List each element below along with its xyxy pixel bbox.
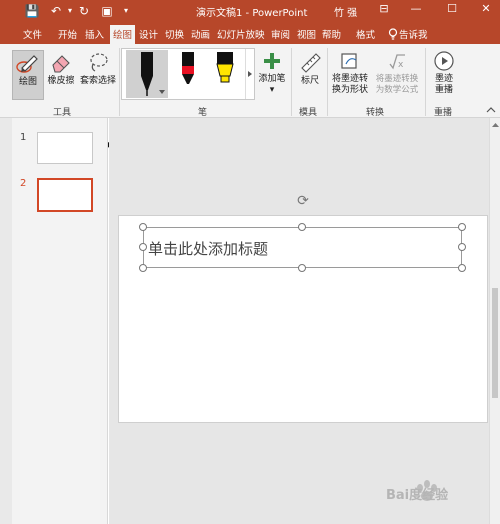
tab-transitions[interactable]: 切换 [165, 27, 184, 41]
group-label-replay: 重播 [434, 108, 453, 118]
add-pen-dropdown-icon: ▾ [269, 85, 275, 95]
svg-text:x: x [398, 60, 404, 70]
eraser-button[interactable]: 橡皮擦 [44, 50, 78, 87]
baidu-watermark: Bai度经验 [386, 476, 478, 506]
pen-black-selected[interactable] [126, 50, 168, 98]
black-pen-icon [141, 52, 165, 96]
title-bar: 💾 ↶ ▾ ↻ ▣ ▾ 演示文稿1 - PowerPoint 竹 强 ⊟ — ☐… [0, 0, 500, 22]
plus-icon [264, 53, 280, 69]
pen-red[interactable] [174, 50, 202, 98]
watermark-text: Bai度经验 [386, 488, 449, 503]
tab-slideshow[interactable]: 幻灯片放映 [217, 27, 265, 41]
slide-number: 1 [20, 132, 27, 143]
slide-thumbnail-1[interactable] [37, 132, 93, 164]
resize-handle[interactable] [298, 264, 306, 272]
tab-file[interactable]: 文件 [23, 27, 42, 41]
lasso-select-button[interactable]: 套索选择 [78, 50, 118, 87]
ink-to-shape-icon [341, 53, 357, 69]
add-pen-label: 添加笔 [258, 74, 286, 84]
rotate-handle-icon[interactable]: ⟳ [294, 192, 312, 210]
resize-handle[interactable] [458, 243, 466, 251]
resize-handle[interactable] [139, 223, 147, 231]
red-pen-icon [182, 52, 194, 84]
window-title: 演示文稿1 - PowerPoint [196, 8, 308, 19]
ruler-button[interactable]: 标尺 [296, 50, 324, 87]
group-label-stencils: 模具 [299, 108, 318, 118]
present-icon[interactable]: ▣ [99, 3, 115, 19]
slide-thumbnail-2[interactable] [37, 178, 93, 212]
yellow-highlighter-icon [216, 52, 234, 83]
ribbon-draw: 绘图 橡皮擦 套索选择 工具 添加笔 ▾ 笔 标尺 模具 将墨迹转换为形状 x … [0, 44, 500, 148]
save-icon[interactable]: 💾 [24, 3, 40, 19]
ink-to-math-icon: x [389, 54, 405, 70]
close-button[interactable]: ✕ [474, 0, 498, 18]
group-label-tools: 工具 [53, 108, 72, 118]
draw-button[interactable]: 绘图 [12, 50, 44, 100]
redo-icon[interactable]: ↻ [76, 3, 92, 19]
ink-replay-label: 墨迹重播 [434, 74, 453, 95]
pencil-draw-icon [16, 55, 38, 73]
ribbon-divider [327, 48, 328, 116]
tab-design[interactable]: 设计 [139, 27, 158, 41]
lightbulb-icon [388, 28, 398, 40]
customize-quick-access-icon[interactable]: ▾ [118, 3, 134, 19]
collapse-ribbon-icon[interactable] [486, 106, 496, 114]
maximize-button[interactable]: ☐ [440, 0, 464, 18]
ribbon-tab-bar: 文件 开始 插入 绘图 设计 切换 动画 幻灯片放映 审阅 视图 帮助 格式 告… [0, 22, 500, 44]
tab-view[interactable]: 视图 [297, 27, 316, 41]
tab-animations[interactable]: 动画 [191, 27, 210, 41]
slide-number: 2 [20, 178, 27, 189]
lasso-select-label: 套索选择 [79, 76, 116, 86]
ribbon-display-options-button[interactable]: ⊟ [372, 0, 396, 18]
background-window-edge [0, 118, 12, 524]
tab-review[interactable]: 审阅 [271, 27, 290, 41]
tab-insert[interactable]: 插入 [85, 27, 104, 41]
chevron-right-icon [248, 71, 252, 77]
lasso-icon [90, 53, 108, 72]
minimize-button[interactable]: — [404, 0, 428, 18]
ruler-icon [301, 53, 321, 73]
tab-help[interactable]: 帮助 [322, 27, 341, 41]
resize-handle[interactable] [298, 223, 306, 231]
group-label-pens: 笔 [198, 108, 208, 118]
resize-handle[interactable] [458, 223, 466, 231]
ruler-label: 标尺 [300, 76, 319, 86]
group-label-convert: 转换 [366, 108, 385, 118]
add-pen-button[interactable]: 添加笔 ▾ [258, 50, 286, 96]
ink-to-math-label: 将墨迹转换为数学公式 [375, 74, 419, 95]
tab-home[interactable]: 开始 [58, 27, 77, 41]
ink-to-math-button: x 将墨迹转换为数学公式 [372, 50, 422, 96]
ink-to-shape-button[interactable]: 将墨迹转换为形状 [330, 50, 370, 96]
title-placeholder-text[interactable]: 单击此处添加标题 [148, 238, 268, 259]
ribbon-divider [119, 48, 120, 116]
pen-gallery [121, 48, 255, 100]
ink-replay-button[interactable]: 墨迹重播 [430, 50, 458, 96]
user-name[interactable]: 竹 强 [334, 4, 357, 19]
scroll-up-icon[interactable] [492, 122, 499, 128]
pen-gallery-more[interactable] [245, 49, 254, 99]
ink-to-shape-label: 将墨迹转换为形状 [331, 74, 368, 95]
draw-button-label: 绘图 [18, 77, 37, 87]
vertical-scrollbar[interactable] [489, 118, 500, 524]
ribbon-divider [291, 48, 292, 116]
tell-me-search[interactable]: 告诉我 [399, 27, 428, 41]
tab-format[interactable]: 格式 [356, 27, 375, 41]
resize-handle[interactable] [139, 243, 147, 251]
scrollbar-thumb[interactable] [492, 288, 498, 398]
highlighter-yellow[interactable] [208, 50, 242, 98]
tab-draw[interactable]: 绘图 [110, 25, 136, 44]
resize-handle[interactable] [458, 264, 466, 272]
play-circle-icon [434, 51, 454, 71]
eraser-button-label: 橡皮擦 [47, 76, 75, 86]
resize-handle[interactable] [139, 264, 147, 272]
eraser-icon [52, 55, 70, 73]
slide-thumbnails-pane: 1 2 [12, 118, 108, 524]
ribbon-divider [425, 48, 426, 116]
